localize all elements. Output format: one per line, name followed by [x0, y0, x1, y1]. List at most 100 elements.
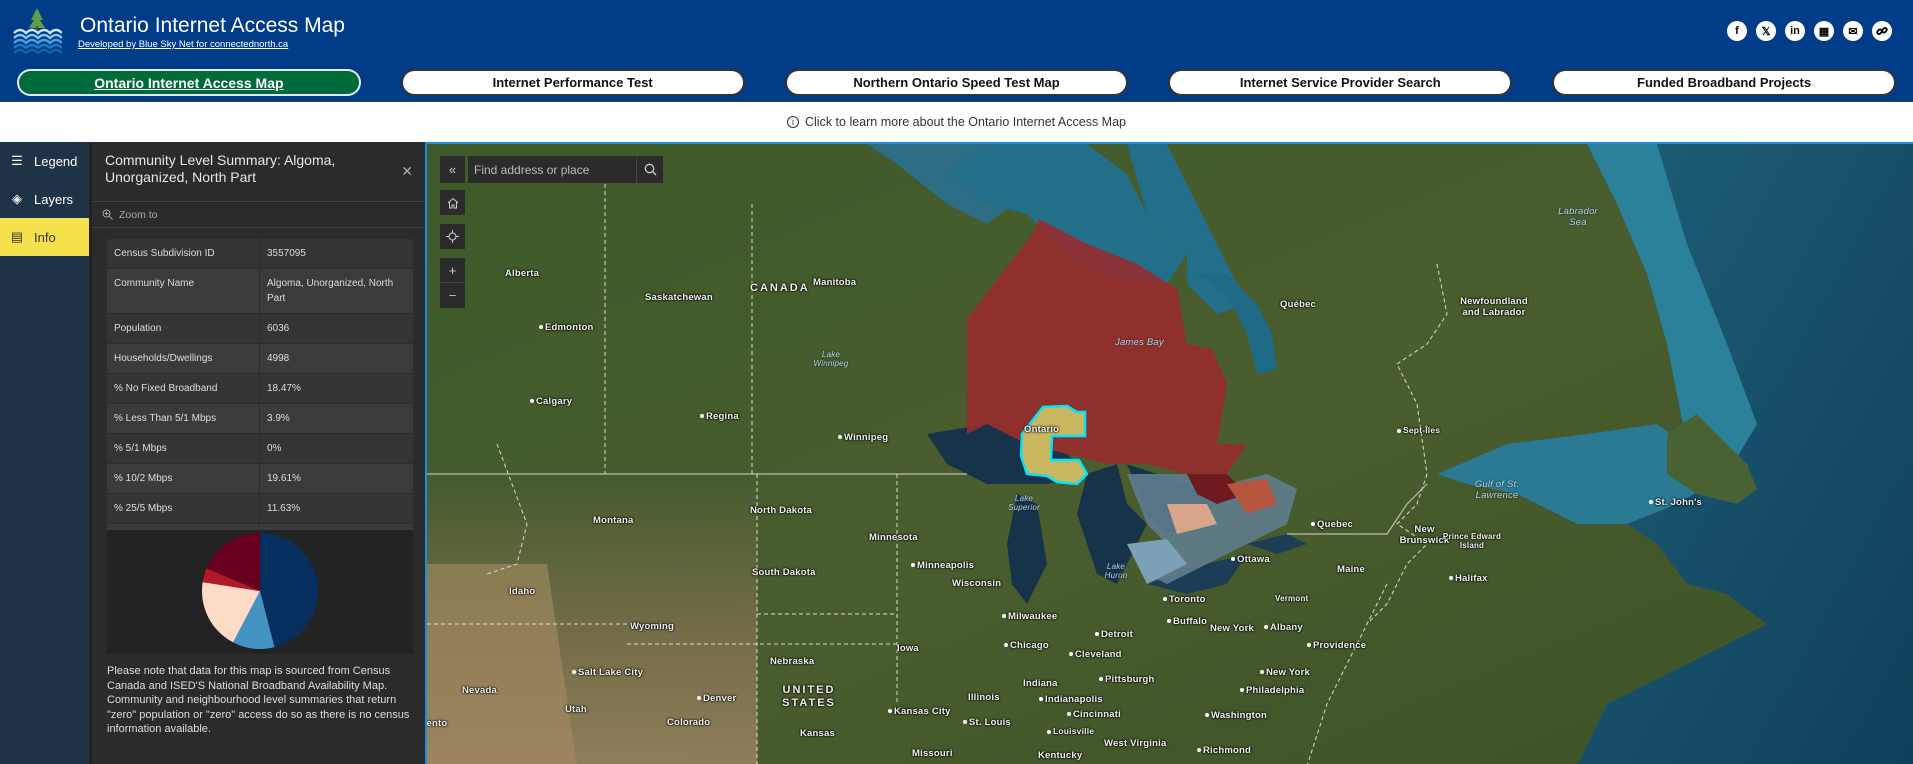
map-label: Ottawa [1231, 554, 1270, 565]
rail-item-label: Info [34, 229, 56, 245]
map-label: Winnipeg [838, 432, 888, 443]
search-button[interactable] [636, 156, 663, 183]
row-value: 3.9% [267, 413, 290, 424]
row-value: Algoma, Unorganized, North Part [267, 278, 394, 304]
table-row: Population 6036 [107, 314, 413, 344]
map-label: Utah [565, 704, 587, 715]
app-title: Ontario Internet Access Map [80, 14, 345, 37]
layers-icon: ◈ [12, 191, 22, 206]
qr-code-icon[interactable]: ▦ [1814, 21, 1834, 41]
map-label: Sacramento [426, 718, 448, 729]
map-label: Wisconsin [952, 578, 1002, 589]
broadband-pie-chart [107, 530, 413, 654]
map-label: Gulf of St. Lawrence [1474, 479, 1520, 501]
facebook-icon[interactable]: f [1727, 21, 1747, 41]
rail-item-label: Layers [34, 191, 74, 207]
blue-sky-net-logo [13, 8, 62, 54]
map-label: New York [1210, 623, 1255, 634]
map-label: Pittsburgh [1099, 674, 1155, 685]
map-label: Louisville [1047, 726, 1094, 736]
map-label: Sept-Îles [1397, 425, 1440, 435]
map-label: Colorado [667, 717, 711, 728]
app-header: Ontario Internet Access Map Developed by… [0, 0, 1913, 101]
table-row: % 25/5 Mbps 11.63% [107, 494, 413, 524]
map-label: Indianapolis [1039, 694, 1103, 705]
row-value: 4998 [267, 353, 290, 364]
map-label: Cincinnati [1067, 709, 1121, 720]
row-value: 0% [267, 443, 282, 454]
rail-item-layers[interactable]: ◈ Layers [0, 180, 89, 218]
locate-button[interactable] [440, 224, 465, 249]
pie-svg [202, 533, 318, 649]
home-icon [447, 197, 458, 208]
map-label: Prince Edward Island [1442, 532, 1502, 550]
map-label: Alberta [505, 268, 540, 279]
map-label: Kentucky [1038, 750, 1083, 761]
zoom-to-button[interactable]: Zoom to [92, 202, 425, 227]
x-icon[interactable]: 𝕏 [1756, 21, 1776, 41]
map-label: Saskatchewan [645, 292, 713, 303]
map-label: Chicago [1004, 640, 1049, 651]
row-value: 11.63% [267, 503, 301, 514]
home-button[interactable] [440, 190, 465, 215]
divider [92, 227, 425, 228]
close-icon[interactable]: ✕ [401, 163, 413, 180]
developer-link[interactable]: Developed by Blue Sky Net for connectedn… [78, 39, 288, 50]
map-label: Lake Superior [1008, 494, 1040, 512]
map-label: Philadelphia [1240, 685, 1304, 696]
map-label: West Virginia [1104, 738, 1167, 749]
rail-item-info[interactable]: ▤ Info [0, 218, 89, 256]
map-label: Kansas City [888, 706, 951, 717]
map-label: Minnesota [869, 532, 918, 543]
zoom-out-button[interactable]: − [440, 283, 465, 308]
map-label: Vermont [1275, 594, 1309, 603]
search-widget [468, 156, 663, 183]
map-label: Lake Winnipeg [813, 350, 849, 368]
map-label: Missouri [912, 748, 953, 759]
table-row: % 5/1 Mbps 0% [107, 434, 413, 464]
map-label: Denver [697, 693, 736, 704]
search-input[interactable] [468, 156, 636, 183]
row-key: % 25/5 Mbps [107, 494, 260, 523]
panel-title: Community Level Summary: Algoma, Unorgan… [105, 152, 336, 185]
info-panel: Community Level Summary: Algoma, Unorgan… [89, 142, 425, 764]
tab-isp-search[interactable]: Internet Service Provider Search [1168, 69, 1513, 96]
map-label: Newfoundland and Labrador [1460, 296, 1528, 318]
rail-item-legend[interactable]: ☰ Legend [0, 142, 89, 180]
learn-more-bar[interactable]: i Click to learn more about the Ontario … [0, 101, 1913, 142]
tab-ontario-internet-access-map[interactable]: Ontario Internet Access Map [17, 69, 361, 96]
zoom-in-button[interactable]: + [440, 258, 465, 283]
map-label: Buffalo [1167, 616, 1207, 627]
map-label: Maine [1337, 564, 1365, 575]
row-value: 3557095 [267, 248, 306, 259]
map-label: St. Louis [963, 717, 1011, 728]
top-nav: Ontario Internet Access Map Internet Per… [17, 69, 1896, 96]
map-label: South Dakota [752, 567, 816, 578]
legend-icon: ☰ [11, 153, 23, 168]
map-label: Idaho [509, 586, 536, 597]
map-label: Halifax [1449, 573, 1488, 584]
map-label: Providence [1307, 640, 1366, 651]
map-label: Washington [1205, 710, 1267, 721]
collapse-toolbar-button[interactable]: « [440, 156, 465, 183]
map-label: UNITED STATES [782, 684, 836, 709]
map-label: Quebec [1311, 519, 1353, 530]
tab-funded-broadband-projects[interactable]: Funded Broadband Projects [1552, 69, 1896, 96]
link-icon[interactable] [1872, 21, 1892, 41]
map-label: Milwaukee [1002, 611, 1057, 622]
table-row: % 10/2 Mbps 19.61% [107, 464, 413, 494]
row-key: % No Fixed Broadband [107, 374, 260, 403]
email-icon[interactable]: ✉ [1843, 21, 1863, 41]
map-view[interactable]: « + − Alberta Saskatchewan CANADA Manito… [425, 142, 1913, 764]
social-share-bar: f 𝕏 in ▦ ✉ [1727, 21, 1892, 41]
map-label: Québec [1280, 299, 1317, 310]
row-value: 18.47% [267, 383, 301, 394]
row-key: Households/Dwellings [107, 344, 260, 373]
map-label: Toronto [1163, 594, 1206, 605]
linkedin-icon[interactable]: in [1785, 21, 1805, 41]
info-circle-icon: i [787, 116, 799, 128]
map-label: Cleveland [1069, 649, 1122, 660]
tab-northern-ontario-speed-test-map[interactable]: Northern Ontario Speed Test Map [784, 69, 1129, 96]
row-key: % 10/2 Mbps [107, 464, 260, 493]
tab-internet-performance-test[interactable]: Internet Performance Test [400, 69, 745, 96]
